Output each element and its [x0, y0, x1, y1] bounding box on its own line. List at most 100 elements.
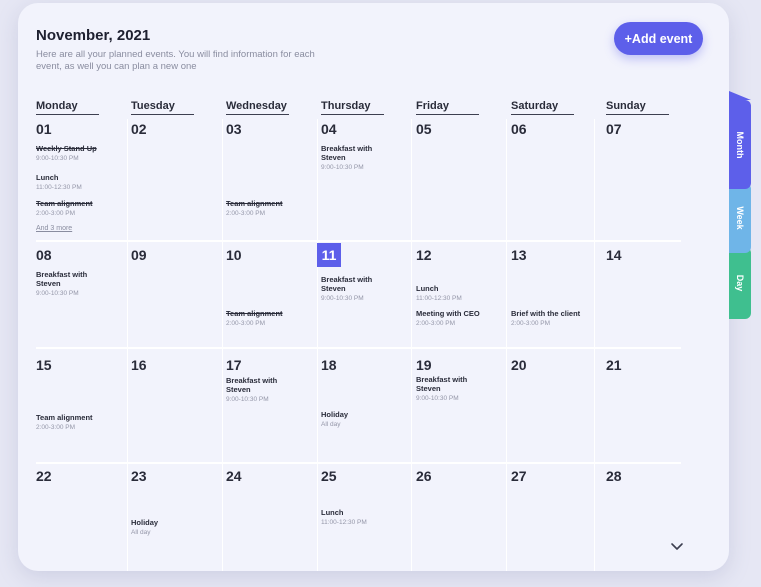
tab-day[interactable]: Day — [729, 238, 751, 319]
grid-divider — [594, 119, 595, 571]
chevron-down-icon[interactable] — [670, 541, 684, 551]
day-cell-02[interactable]: 02 — [131, 121, 147, 137]
day-cell-20[interactable]: 20 — [511, 357, 527, 373]
event-item[interactable]: Breakfast with Steven 9:00-10:30 PM — [226, 376, 296, 404]
event-time: 11:00-12:30 PM — [416, 295, 462, 302]
day-cell-26[interactable]: 26 — [416, 468, 432, 484]
event-time: 9:00-10:30 PM — [416, 395, 459, 402]
weekday-wednesday: Wednesday — [226, 100, 289, 115]
event-item[interactable]: Team alignment 2:00-3:00 PM — [36, 199, 118, 218]
day-cell-17[interactable]: 17 — [226, 357, 242, 373]
event-time: 11:00-12:30 PM — [321, 519, 367, 526]
day-cell-14[interactable]: 14 — [606, 247, 622, 263]
event-title: Meeting with CEO — [416, 309, 480, 318]
calendar-card: November, 2021 Here are all your planned… — [18, 3, 729, 571]
day-cell-13[interactable]: 13 — [511, 247, 527, 263]
event-item[interactable]: Meeting with CEO 2:00-3:00 PM — [416, 309, 498, 328]
event-title: Brief with the client — [511, 309, 581, 318]
event-title: Breakfast with Steven — [36, 270, 88, 288]
event-time: 9:00-10:30 PM — [321, 164, 364, 171]
event-time: 2:00-3:00 PM — [36, 424, 76, 431]
event-title: Lunch — [36, 173, 59, 182]
event-title: Breakfast with Steven — [321, 275, 373, 293]
weekday-saturday: Saturday — [511, 100, 574, 115]
page-title: November, 2021 — [36, 27, 151, 44]
day-cell-24[interactable]: 24 — [226, 468, 242, 484]
grid-divider — [36, 240, 681, 242]
event-title: Team alignment — [226, 199, 283, 208]
event-item[interactable]: Lunch 11:00-12:30 PM — [321, 508, 403, 527]
event-item[interactable]: Team alignment 2:00-3:00 PM — [36, 413, 118, 432]
event-title: Breakfast with Steven — [321, 144, 373, 162]
event-item[interactable]: Lunch 11:00-12:30 PM — [416, 284, 498, 303]
day-cell-01[interactable]: 01 — [36, 121, 52, 137]
event-title: Team alignment — [226, 309, 283, 318]
day-cell-21[interactable]: 21 — [606, 357, 622, 373]
event-item[interactable]: Breakfast with Steven 9:00-10:30 PM — [321, 144, 391, 172]
day-cell-10[interactable]: 10 — [226, 247, 242, 263]
grid-divider — [506, 119, 507, 571]
event-item[interactable]: Weekly Stand Up 9:00-10:30 PM — [36, 144, 118, 163]
weekday-friday: Friday — [416, 100, 479, 115]
day-cell-16[interactable]: 16 — [131, 357, 147, 373]
today-marker[interactable]: 11 — [317, 243, 341, 267]
event-time: 9:00-10:30 PM — [226, 396, 269, 403]
event-time: 2:00-3:00 PM — [36, 210, 76, 217]
day-cell-23[interactable]: 23 — [131, 468, 147, 484]
event-time: All day — [321, 421, 341, 428]
tab-month-label: Month — [735, 131, 745, 158]
day-cell-03[interactable]: 03 — [226, 121, 242, 137]
tab-week[interactable]: Week — [729, 174, 751, 253]
day-cell-18[interactable]: 18 — [321, 357, 337, 373]
event-time: 9:00-10:30 PM — [36, 290, 79, 297]
day-cell-25[interactable]: 25 — [321, 468, 337, 484]
day-cell-08[interactable]: 08 — [36, 247, 52, 263]
day-cell-27[interactable]: 27 — [511, 468, 527, 484]
event-time: 2:00-3:00 PM — [416, 320, 456, 327]
day-cell-19[interactable]: 19 — [416, 357, 432, 373]
event-item[interactable]: Brief with the client 2:00-3:00 PM — [511, 309, 591, 328]
event-title: Weekly Stand Up — [36, 144, 97, 153]
event-item[interactable]: Team alignment 2:00-3:00 PM — [226, 199, 308, 218]
event-title: Holiday — [131, 518, 159, 527]
event-title: Team alignment — [36, 199, 93, 208]
tab-month[interactable]: Month — [729, 91, 751, 189]
event-item[interactable]: Holiday All day — [131, 518, 213, 537]
grid-divider — [36, 347, 681, 349]
day-cell-07[interactable]: 07 — [606, 121, 622, 137]
day-cell-04[interactable]: 04 — [321, 121, 337, 137]
day-cell-05[interactable]: 05 — [416, 121, 432, 137]
event-title: Breakfast with Steven — [416, 375, 468, 393]
event-title: Breakfast with Steven — [226, 376, 278, 394]
day-cell-15[interactable]: 15 — [36, 357, 52, 373]
grid-divider — [317, 119, 318, 571]
grid-divider — [411, 119, 412, 571]
event-title: Team alignment — [36, 413, 93, 422]
event-item[interactable]: Breakfast with Steven 9:00-10:30 PM — [36, 270, 106, 298]
event-time: All day — [131, 529, 151, 536]
event-item[interactable]: Breakfast with Steven 9:00-10:30 PM — [416, 375, 486, 403]
add-event-button[interactable]: +Add event — [614, 22, 703, 55]
event-time: 11:00-12:30 PM — [36, 184, 82, 191]
event-title: Holiday — [321, 410, 349, 419]
page-subtitle: Here are all your planned events. You wi… — [36, 49, 315, 72]
weekday-sunday: Sunday — [606, 100, 669, 115]
day-cell-28[interactable]: 28 — [606, 468, 622, 484]
grid-divider — [222, 119, 223, 571]
event-time: 2:00-3:00 PM — [226, 320, 266, 327]
day-cell-12[interactable]: 12 — [416, 247, 432, 263]
grid-divider — [127, 119, 128, 571]
day-cell-22[interactable]: 22 — [36, 468, 52, 484]
event-item[interactable]: Team alignment 2:00-3:00 PM — [226, 309, 308, 328]
event-item[interactable]: Breakfast with Steven 9:00-10:30 PM — [321, 275, 391, 303]
day-cell-09[interactable]: 09 — [131, 247, 147, 263]
weekday-thursday: Thursday — [321, 100, 384, 115]
event-title: Lunch — [416, 284, 439, 293]
more-events-link[interactable]: And 3 more — [36, 225, 72, 232]
tab-day-label: Day — [735, 274, 745, 292]
event-item[interactable]: Lunch 11:00-12:30 PM — [36, 173, 118, 192]
day-cell-06[interactable]: 06 — [511, 121, 527, 137]
event-item[interactable]: Holiday All day — [321, 410, 403, 429]
weekday-tuesday: Tuesday — [131, 100, 194, 115]
event-title: Lunch — [321, 508, 344, 517]
